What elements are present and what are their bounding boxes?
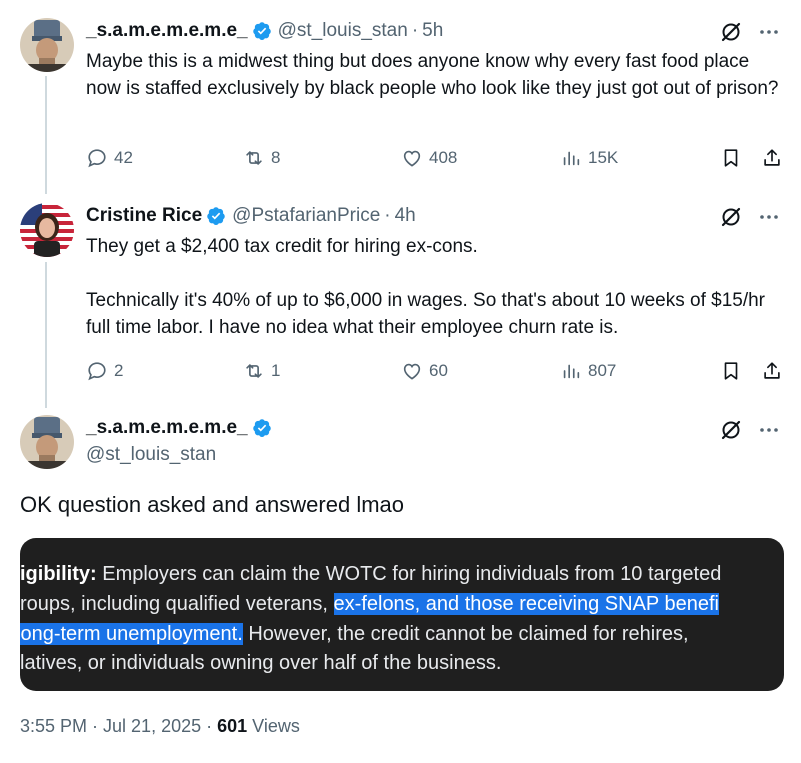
repost-icon — [246, 151, 262, 165]
more-icon[interactable] — [757, 418, 781, 442]
image-text-line: igibility: Employers can claim the WOTC … — [20, 559, 721, 589]
views-button[interactable]: 15K — [560, 147, 618, 169]
grok-icon[interactable] — [719, 205, 743, 229]
repost-icon — [246, 364, 262, 378]
reply-button[interactable]: 42 — [86, 147, 133, 169]
tweet-top-actions — [719, 418, 781, 442]
views-count: 807 — [588, 361, 617, 380]
like-button[interactable]: 408 — [401, 147, 457, 169]
like-count: 408 — [429, 148, 458, 167]
verified-badge-icon — [207, 207, 225, 225]
image-text-line: roups, including qualified veterans, ex-… — [20, 589, 719, 619]
verified-badge-icon — [252, 22, 271, 40]
avatar-image — [20, 415, 74, 469]
image-text: However, the credit cannot be claimed fo… — [242, 623, 689, 645]
reply-icon — [88, 362, 106, 381]
tweet-top-actions — [719, 20, 781, 44]
avatar[interactable] — [20, 18, 74, 72]
tweet-header: Cristine Rice @PstafarianPrice · 4h — [86, 205, 416, 227]
tweet-top-actions — [719, 205, 781, 229]
tweet-text-paragraph: Technically it's 40% of up to $6,000 in … — [86, 290, 766, 338]
reply-count: 42 — [114, 148, 133, 167]
repost-button[interactable]: 1 — [243, 360, 280, 382]
timestamp[interactable]: 5h — [422, 20, 443, 42]
share-icon — [764, 362, 780, 379]
separator-dot: · — [384, 205, 391, 226]
verified-badge-icon — [252, 419, 271, 437]
action-bar: 42 8 408 15K — [86, 147, 786, 175]
views-total: 601 — [217, 716, 248, 736]
image-highlighted-text: ex-felons, and those receiving SNAP bene… — [333, 593, 719, 615]
image-text: latives, or individuals owning over half… — [20, 652, 502, 674]
separator-dot: · — [411, 20, 419, 41]
image-text-bold: igibility: — [20, 563, 97, 585]
display-name[interactable]: _s.a.m.e.m.e.m.e_ — [86, 20, 248, 42]
bookmark-icon — [724, 149, 738, 167]
like-count: 60 — [429, 361, 448, 380]
handle[interactable]: @st_louis_stan — [86, 444, 216, 466]
grok-icon[interactable] — [719, 20, 743, 44]
repost-count: 8 — [271, 148, 281, 167]
tweet-header: _s.a.m.e.m.e.m.e_ @st_louis_stan · 5h — [86, 20, 443, 42]
tweet-text-paragraph: Maybe this is a midwest thing but does a… — [86, 51, 779, 99]
share-icon — [764, 149, 780, 166]
views-count: 15K — [588, 148, 619, 167]
image-text: roups, including qualified veterans, — [20, 593, 334, 615]
thread-line-1 — [45, 76, 47, 194]
tweet-text: They get a $2,400 tax credit for hiring … — [86, 233, 786, 341]
share-button[interactable] — [761, 147, 789, 169]
main-header: _s.a.m.e.m.e.m.e_ — [86, 417, 278, 439]
bookmark-icon — [724, 362, 738, 380]
like-icon — [403, 363, 421, 380]
views-icon — [563, 364, 580, 379]
bookmark-button[interactable] — [720, 147, 748, 169]
views-label: Views — [247, 716, 300, 736]
tweet-timestamp[interactable]: 3:55 PM · Jul 21, 2025 · — [20, 716, 217, 736]
tweet-text: Maybe this is a midwest thing but does a… — [86, 48, 786, 102]
handle[interactable]: @PstafarianPrice — [232, 205, 380, 227]
more-icon[interactable] — [757, 205, 781, 229]
repost-button[interactable]: 8 — [243, 147, 280, 169]
tweet-text-paragraph: They get a $2,400 tax credit for hiring … — [86, 236, 478, 257]
views-button[interactable]: 807 — [560, 360, 616, 382]
attached-image[interactable]: igibility: Employers can claim the WOTC … — [20, 538, 784, 691]
reply-button[interactable]: 2 — [86, 360, 123, 382]
avatar-image — [20, 203, 74, 257]
action-bar: 2 1 60 807 — [86, 360, 786, 388]
reply-icon — [88, 149, 106, 168]
grok-icon[interactable] — [719, 418, 743, 442]
tweet-text: OK question asked and answered lmao — [20, 492, 405, 517]
tweet-meta: 3:55 PM · Jul 21, 2025 · 601 Views — [20, 716, 300, 737]
avatar-image — [20, 18, 74, 72]
image-text: Employers can claim the WOTC for hiring … — [96, 563, 722, 585]
share-button[interactable] — [761, 360, 789, 382]
handle[interactable]: @st_louis_stan — [278, 20, 408, 42]
bookmark-button[interactable] — [720, 360, 748, 382]
image-text-line: latives, or individuals owning over half… — [20, 648, 501, 678]
like-button[interactable]: 60 — [401, 360, 448, 382]
image-highlighted-text: long-term unemployment. — [20, 623, 243, 645]
like-icon — [403, 150, 421, 167]
repost-count: 1 — [271, 361, 281, 380]
more-icon[interactable] — [757, 20, 781, 44]
avatar[interactable] — [20, 203, 74, 257]
avatar[interactable] — [20, 415, 74, 469]
reply-count: 2 — [114, 361, 124, 380]
timestamp[interactable]: 4h — [395, 205, 416, 227]
display-name[interactable]: _s.a.m.e.m.e.m.e_ — [86, 417, 248, 439]
image-text-line: long-term unemployment. However, the cre… — [20, 619, 689, 649]
thread-line-2 — [45, 262, 47, 408]
views-icon — [563, 151, 580, 166]
display-name[interactable]: Cristine Rice — [86, 205, 202, 227]
